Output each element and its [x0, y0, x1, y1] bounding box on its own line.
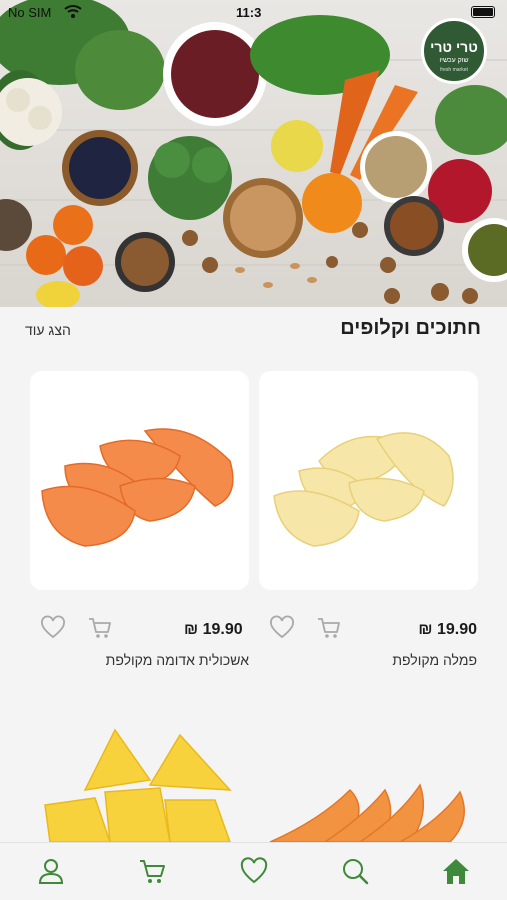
wifi-icon [64, 3, 82, 22]
add-to-cart-button[interactable] [316, 615, 342, 641]
product-image-red-grapefruit[interactable] [30, 371, 249, 590]
product-name[interactable]: פמלה מקולפת [392, 652, 477, 668]
product-image-papaya [269, 783, 465, 842]
heart-icon [41, 615, 65, 639]
home-icon [443, 859, 469, 884]
search-icon [343, 859, 369, 885]
cart-icon [318, 618, 340, 638]
product-image-pineapple [44, 728, 232, 842]
battery-icon [471, 6, 495, 18]
product-name[interactable]: אשכולית אדומה מקולפת [106, 652, 249, 668]
heart-icon [240, 857, 268, 884]
tab-profile[interactable] [36, 856, 66, 886]
logo-tagline: fresh market [440, 67, 468, 73]
cart-icon [140, 860, 165, 883]
show-more-link[interactable]: הצג עוד [25, 322, 71, 338]
product-price: ₪ 19.90 [418, 621, 477, 638]
product-price: ₪ 19.90 [184, 621, 243, 638]
add-to-cart-button[interactable] [87, 615, 113, 641]
section-title: חתוכים וקלופים [340, 317, 481, 339]
add-to-wishlist-button[interactable] [269, 615, 295, 641]
product-row-partial [0, 720, 507, 842]
cart-icon [89, 618, 111, 638]
logo-subtext: שוק עכשיו [439, 57, 469, 64]
tab-wishlist[interactable] [239, 856, 269, 886]
status-bar: No SIM 11:3 [0, 0, 507, 26]
tab-cart[interactable] [137, 856, 167, 886]
logo-text: טרי טרי [430, 39, 478, 55]
tab-search[interactable] [340, 856, 370, 886]
carrier-label: No SIM [8, 5, 52, 20]
product-image-pomelo[interactable] [259, 371, 478, 590]
user-icon [38, 859, 64, 884]
clock: 11:3 [236, 5, 262, 20]
heart-icon [270, 615, 294, 639]
bottom-tab-bar [0, 842, 507, 900]
add-to-wishlist-button[interactable] [40, 615, 66, 641]
tab-home[interactable] [441, 856, 471, 886]
store-logo: טרי טרי שוק עכשיו fresh market [421, 18, 487, 84]
